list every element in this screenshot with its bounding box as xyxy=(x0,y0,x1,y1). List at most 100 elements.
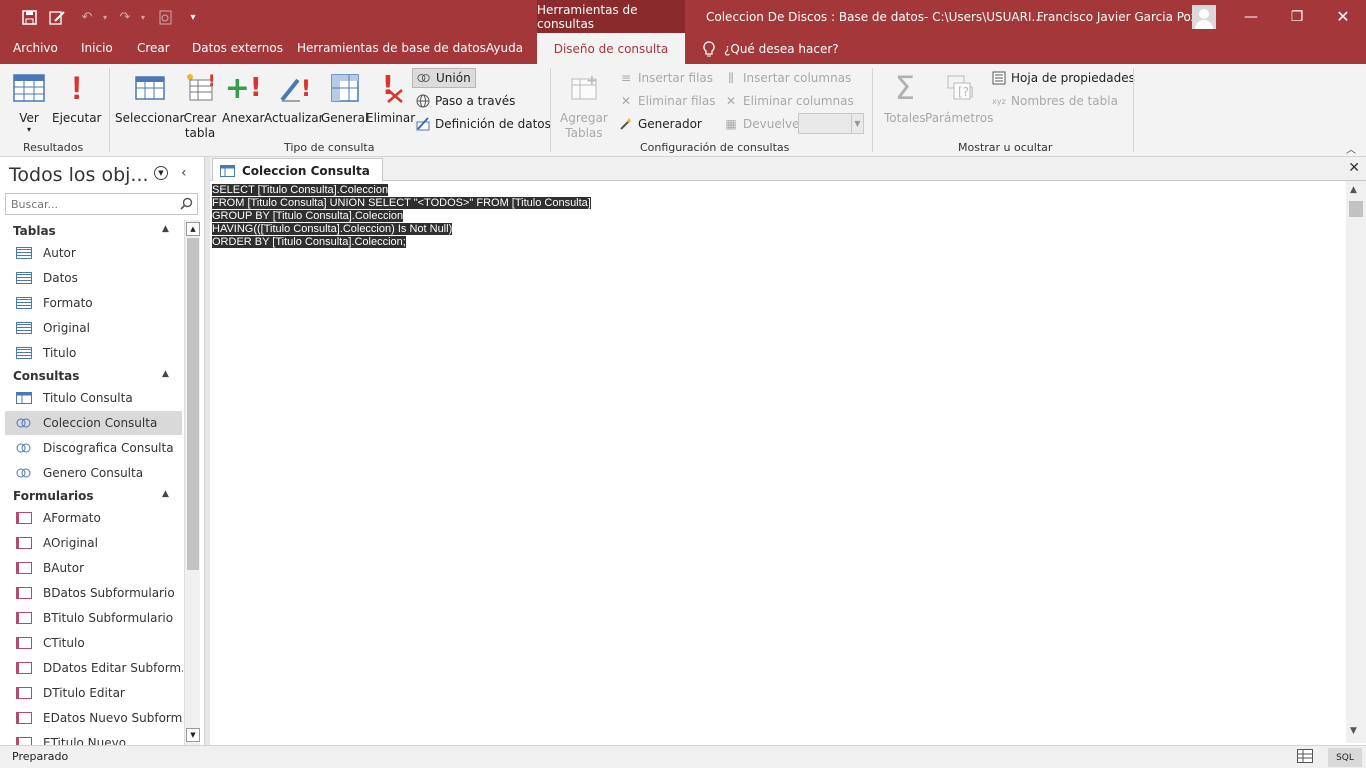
sql-editor[interactable]: SELECT [Titulo Consulta].Coleccion FROM … xyxy=(210,181,1346,743)
collapse-ribbon-icon[interactable]: ︿ xyxy=(1346,141,1356,156)
avatar[interactable] xyxy=(1192,5,1216,29)
tabla-label: tabla xyxy=(184,126,216,140)
union-query-icon xyxy=(16,417,32,429)
datasheet-view-icon xyxy=(12,70,46,106)
insertar-columnas-button[interactable]: ⫼ Insertar columnas xyxy=(724,68,851,88)
editor-scrollbar[interactable]: ▲ ▼ xyxy=(1346,181,1366,743)
tab-herramientas-bd[interactable]: Herramientas de base de datos xyxy=(297,41,486,55)
agregar-tablas-button[interactable]: + Agregar Tablas xyxy=(560,70,608,141)
restore-button[interactable]: ❐ xyxy=(1274,0,1320,33)
general-button[interactable]: General xyxy=(321,70,368,126)
tablas-label: Tablas xyxy=(565,126,603,140)
search-input[interactable] xyxy=(6,194,176,214)
redo-dropdown-icon[interactable]: ▾ xyxy=(134,8,152,26)
nav-item-coleccion-consulta[interactable]: Coleccion Consulta xyxy=(5,411,182,435)
customize-toolbar-icon[interactable]: ▾ xyxy=(184,8,202,26)
svg-text:!: ! xyxy=(208,72,215,90)
nav-menu-chevron-icon[interactable]: ▼ xyxy=(154,166,168,180)
nombres-tabla-button[interactable]: xyz Nombres de tabla xyxy=(992,91,1118,111)
group-tipo-consulta: Tipo de consulta xyxy=(284,141,375,154)
collapse-pane-icon[interactable]: ‹ xyxy=(181,165,187,181)
generador-button[interactable]: Generador xyxy=(619,114,702,134)
nav-item-bdatos-subformulario[interactable]: BDatos Subformulario xyxy=(5,581,182,605)
eliminar-columnas-button[interactable]: ✕ Eliminar columnas xyxy=(724,91,854,111)
ejecutar-button[interactable]: ! Ejecutar xyxy=(52,70,102,126)
nav-item-bautor[interactable]: BAutor xyxy=(5,556,182,580)
nav-item-ctitulo[interactable]: CTitulo xyxy=(5,631,182,655)
tab-crear[interactable]: Crear xyxy=(137,41,170,55)
datasheet-view-icon[interactable] xyxy=(1297,749,1313,763)
scroll-down-icon[interactable]: ▼ xyxy=(186,728,200,742)
save-icon[interactable] xyxy=(20,8,38,26)
definicion-datos-button[interactable]: Definición de datos xyxy=(416,114,551,134)
ver-button[interactable]: Ver ▾ xyxy=(12,70,46,134)
scroll-up-icon[interactable]: ▲ xyxy=(186,222,200,236)
collapse-section-icon[interactable]: ▲ xyxy=(162,369,169,379)
parametros-button[interactable]: [?] Parámetros xyxy=(925,70,993,126)
tab-coleccion-consulta[interactable]: Coleccion Consulta xyxy=(212,158,383,182)
redo-icon[interactable]: ↷ xyxy=(116,8,134,26)
search-icon[interactable] xyxy=(180,197,193,210)
nav-scrollbar[interactable]: ▲ ▼ xyxy=(184,220,200,745)
scrollbar-thumb[interactable] xyxy=(1349,201,1363,217)
collapse-section-icon[interactable]: ▲ xyxy=(162,489,169,499)
sql-view-button[interactable]: SQL xyxy=(1328,748,1362,767)
nav-item-ddatos-editar[interactable]: DDatos Editar Subform... xyxy=(5,656,183,680)
tell-me-label: ¿Qué desea hacer? xyxy=(724,42,839,56)
undo-dropdown-icon[interactable]: ▾ xyxy=(96,8,114,26)
scrollbar-thumb[interactable] xyxy=(187,238,199,570)
minimize-button[interactable]: — xyxy=(1228,0,1274,33)
nav-pane-title[interactable]: Todos los obj... xyxy=(9,164,149,186)
eliminar-button[interactable]: ! Eliminar xyxy=(366,70,415,126)
tell-me-box[interactable]: ¿Qué desea hacer? xyxy=(703,41,839,57)
tab-datos-externos[interactable]: Datos externos xyxy=(192,41,283,55)
nav-item-genero-consulta[interactable]: Genero Consulta xyxy=(5,461,182,485)
devuelve-combobox[interactable]: ▼ xyxy=(798,113,864,134)
insertar-filas-button[interactable]: ≡ Insertar filas xyxy=(619,68,713,88)
crear-tabla-button[interactable]: ! Crear tabla xyxy=(183,70,217,141)
nav-item-edatos-nuevo[interactable]: EDatos Nuevo Subform... xyxy=(5,706,183,730)
anexar-button[interactable]: +! Anexar xyxy=(222,70,264,126)
builder-wand-icon xyxy=(619,117,633,131)
hoja-propiedades-button[interactable]: Hoja de propiedades xyxy=(992,68,1135,88)
tab-inicio[interactable]: Inicio xyxy=(81,41,113,55)
nav-item-titulo[interactable]: Titulo xyxy=(5,341,182,365)
print-preview-icon[interactable] xyxy=(156,8,174,26)
close-button[interactable]: ✕ xyxy=(1320,0,1366,33)
tab-ayuda[interactable]: Ayuda xyxy=(486,41,523,55)
section-formularios[interactable]: Formularios xyxy=(13,489,94,503)
edit-form-icon[interactable] xyxy=(48,8,66,26)
paso-a-traves-button[interactable]: Paso a través xyxy=(416,91,515,111)
actualizar-button[interactable]: ! Actualizar xyxy=(264,70,324,126)
section-consultas[interactable]: Consultas xyxy=(13,369,79,383)
nav-item-aoriginal[interactable]: AOriginal xyxy=(5,531,182,555)
nav-item-formato[interactable]: Formato xyxy=(5,291,182,315)
collapse-section-icon[interactable]: ▲ xyxy=(162,224,169,234)
nav-item-etitulo-nuevo[interactable]: ETitulo Nuevo xyxy=(5,731,182,745)
close-document-icon[interactable]: ✕ xyxy=(1348,160,1360,176)
nav-item-autor[interactable]: Autor xyxy=(5,241,182,265)
scroll-down-icon[interactable]: ▼ xyxy=(1350,726,1357,736)
totales-button[interactable]: Σ Totales xyxy=(884,70,926,126)
nav-item-label: Datos xyxy=(43,271,78,285)
ejecutar-label: Ejecutar xyxy=(52,111,102,125)
nav-item-btitulo-subformulario[interactable]: BTitulo Subformulario xyxy=(5,606,182,630)
seleccionar-button[interactable]: Seleccionar xyxy=(115,70,184,126)
nav-item-datos[interactable]: Datos xyxy=(5,266,182,290)
tab-diseno-consulta[interactable]: Diseño de consulta xyxy=(537,33,685,64)
nav-item-original[interactable]: Original xyxy=(5,316,182,340)
undo-icon[interactable]: ↶ xyxy=(78,8,96,26)
document-tab-strip: Coleccion Consulta ✕ xyxy=(210,157,1366,182)
union-button[interactable]: Unión xyxy=(412,68,476,88)
scroll-up-icon[interactable]: ▲ xyxy=(1350,185,1357,195)
form-icon xyxy=(16,687,32,699)
tab-archivo[interactable]: Archivo xyxy=(13,41,58,55)
nav-item-aformato[interactable]: AFormato xyxy=(5,506,182,530)
nav-item-dtitulo-editar[interactable]: DTitulo Editar xyxy=(5,681,182,705)
parameters-icon: [?] xyxy=(942,70,976,106)
user-name[interactable]: Francisco Javier Garcia Poza xyxy=(1037,10,1205,24)
nav-item-discografica-consulta[interactable]: Discografica Consulta xyxy=(5,436,182,460)
nav-item-titulo-consulta[interactable]: Titulo Consulta xyxy=(5,386,182,410)
eliminar-filas-button[interactable]: ✕ Eliminar filas xyxy=(619,91,716,111)
section-tablas[interactable]: Tablas xyxy=(13,224,56,238)
